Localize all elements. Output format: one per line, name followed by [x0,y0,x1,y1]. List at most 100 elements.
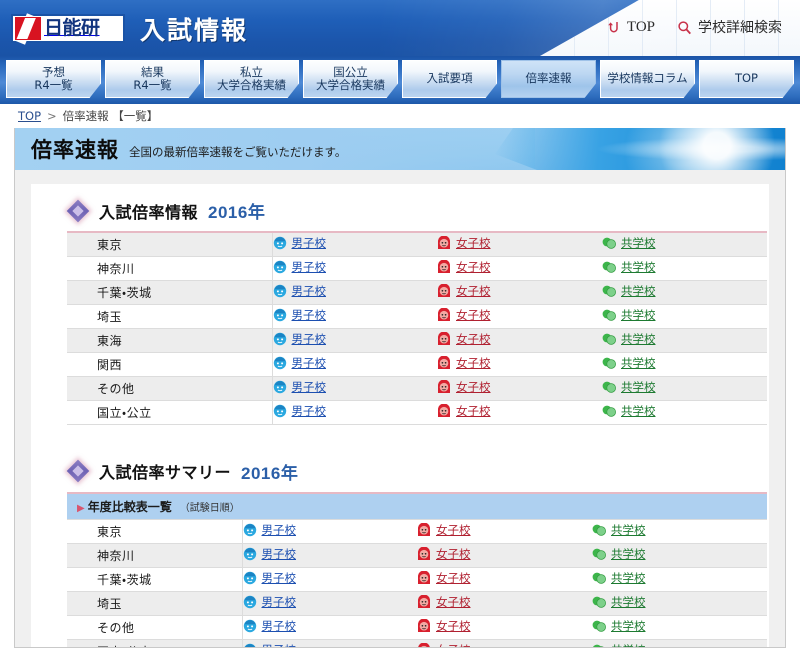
table-row[interactable]: その他 男子校 女子校 共学校 [67,376,767,401]
nav-tab-kokukouritsu-daigaku[interactable]: 国公立 大学合格実績 [303,60,398,98]
table-row[interactable]: 千葉・茨城 男子校 女子校 共学校 [67,280,767,305]
table-row[interactable]: 国立・公立 男子校 女子校 [67,400,767,425]
girls-school-link[interactable]: 女子校 [437,259,491,275]
boys-school-link[interactable]: 男子校 [243,594,296,610]
girls-school-label: 女子校 [436,523,471,537]
table-row[interactable]: 関西 男子校 女子校 共学校 [67,352,767,377]
coed-school-link[interactable]: 共学校 [602,283,656,299]
girls-icon [417,571,431,585]
girls-school-link[interactable]: 女子校 [437,307,491,323]
content-panel: 入試倍率情報 2016年 東京 男子校 女子校 共学校 神奈川 男子校 女子校 … [31,184,769,647]
coed-school-link[interactable]: 共学校 [602,259,656,275]
girls-school-link[interactable]: 女子校 [417,594,471,610]
girls-school-link[interactable]: 女子校 [417,570,471,586]
coed-school-link[interactable]: 共学校 [602,355,656,371]
table-row[interactable]: 東京 男子校 女子校 共学校 [67,232,767,257]
boys-school-link[interactable]: 男子校 [243,618,296,634]
coed-school-link[interactable]: 共学校 [592,546,646,562]
coed-cell: 共学校 [602,280,767,305]
page-title: 倍率速報 [31,138,119,162]
table-row[interactable]: その他 男子校 女子校 共学校 [67,615,767,640]
coed-cell: 共学校 [592,519,767,544]
coed-school-link[interactable]: 共学校 [592,522,646,538]
boys-school-link[interactable]: 男子校 [273,331,326,347]
nav-tab-label-line2: 大学合格実績 [316,78,385,92]
coed-school-link[interactable]: 共学校 [602,331,656,347]
boys-cell: 男子校 [272,304,437,329]
girls-cell: 女子校 [437,376,602,401]
coed-icon [602,404,616,418]
boys-school-link[interactable]: 男子校 [243,546,296,562]
coed-icon [592,643,606,647]
coed-cell: 共学校 [602,304,767,329]
boys-school-link[interactable]: 男子校 [243,642,296,647]
girls-school-link[interactable]: 女子校 [437,379,491,395]
table-row[interactable]: 東海 男子校 女子校 共学校 [67,328,767,353]
coed-school-link[interactable]: 共学校 [592,642,646,647]
nav-tab-kekka-r4[interactable]: 結果 R4一覧 [105,60,200,98]
coed-school-link[interactable]: 共学校 [592,618,646,634]
boys-school-link[interactable]: 男子校 [273,259,326,275]
site-logo[interactable]: 日能研 [11,14,125,43]
girls-school-label: 女子校 [456,332,491,346]
nav-tab-gakkou-column[interactable]: 学校情報コラム [600,60,695,98]
boys-school-link[interactable]: 男子校 [273,403,326,419]
nav-tab-label-line1: 倍率速報 [525,71,572,86]
girls-school-link[interactable]: 女子校 [437,355,491,371]
table-row[interactable]: 埼玉 男子校 女子校 共学校 [67,591,767,616]
nav-tab-bairitsu-sokuhou[interactable]: 倍率速報 [501,60,596,98]
girls-school-label: 女子校 [456,236,491,251]
table-row[interactable]: 神奈川 男子校 女子校 共学校 [67,256,767,281]
girls-icon [417,547,431,561]
region-label: 国立・公立 [67,400,273,425]
coed-school-link[interactable]: 共学校 [592,570,646,586]
coed-school-link[interactable]: 共学校 [602,235,656,251]
ratio-table-2: ▶ 年度比較表一覧 （試験日順） 東京 男子校 女子校 共学校 神奈川 男子校 … [67,491,767,647]
boys-school-link[interactable]: 男子校 [273,283,326,299]
boys-school-link[interactable]: 男子校 [243,570,296,586]
boys-school-link[interactable]: 男子校 [273,355,326,371]
coed-school-link[interactable]: 共学校 [592,594,646,610]
girls-school-link[interactable]: 女子校 [417,618,471,634]
table-row[interactable]: 東京 男子校 女子校 共学校 [67,519,767,544]
header-school-search-link[interactable]: 学校詳細検索 [677,17,782,37]
section-spacer [31,428,769,445]
boys-icon [243,643,257,647]
girls-school-link[interactable]: 女子校 [437,235,491,251]
girls-school-link[interactable]: 女子校 [417,642,471,647]
boys-icon [273,404,287,418]
boys-school-link[interactable]: 男子校 [273,307,326,323]
header-top-link[interactable]: TOP [606,19,655,36]
girls-icon [437,284,451,298]
girls-school-link[interactable]: 女子校 [417,546,471,562]
coed-school-link[interactable]: 共学校 [602,403,656,419]
girls-school-link[interactable]: 女子校 [437,403,491,419]
girls-school-link[interactable]: 女子校 [417,522,471,538]
table-subheader-row[interactable]: ▶ 年度比較表一覧 （試験日順） [67,491,767,520]
table-row[interactable]: 国立・公立 男子校 女子校 [67,639,767,647]
nav-tab-yosou-r4[interactable]: 予想 R4一覧 [6,60,101,98]
breadcrumb-home-link[interactable]: TOP [18,109,41,123]
boys-school-link[interactable]: 男子校 [273,235,326,251]
table-subheader-cell: ▶ 年度比較表一覧 （試験日順） [67,491,767,520]
table-row[interactable]: 千葉・茨城 男子校 女子校 共学校 [67,567,767,592]
girls-school-link[interactable]: 女子校 [437,283,491,299]
boys-icon [273,284,287,298]
coed-cell: 共学校 [602,376,767,401]
boys-school-link[interactable]: 男子校 [273,379,326,395]
boys-school-link[interactable]: 男子校 [243,522,296,538]
nav-tab-shiritsu-daigaku[interactable]: 私立 大学合格実績 [204,60,299,98]
coed-school-link[interactable]: 共学校 [602,307,656,323]
nav-tab-nyushi-youkou[interactable]: 入試要項 [402,60,497,98]
nav-tab-top[interactable]: TOP [699,60,794,98]
banner-artwork-decoration [495,128,785,170]
table-row[interactable]: 埼玉 男子校 女子校 共学校 [67,304,767,329]
girls-icon [437,236,451,250]
girls-school-label: 女子校 [456,308,491,322]
table-row[interactable]: 神奈川 男子校 女子校 共学校 [67,543,767,568]
boys-cell: 男子校 [272,400,437,425]
coed-school-link[interactable]: 共学校 [602,379,656,395]
coed-icon [592,547,606,561]
girls-icon [437,404,451,418]
girls-school-link[interactable]: 女子校 [437,331,491,347]
